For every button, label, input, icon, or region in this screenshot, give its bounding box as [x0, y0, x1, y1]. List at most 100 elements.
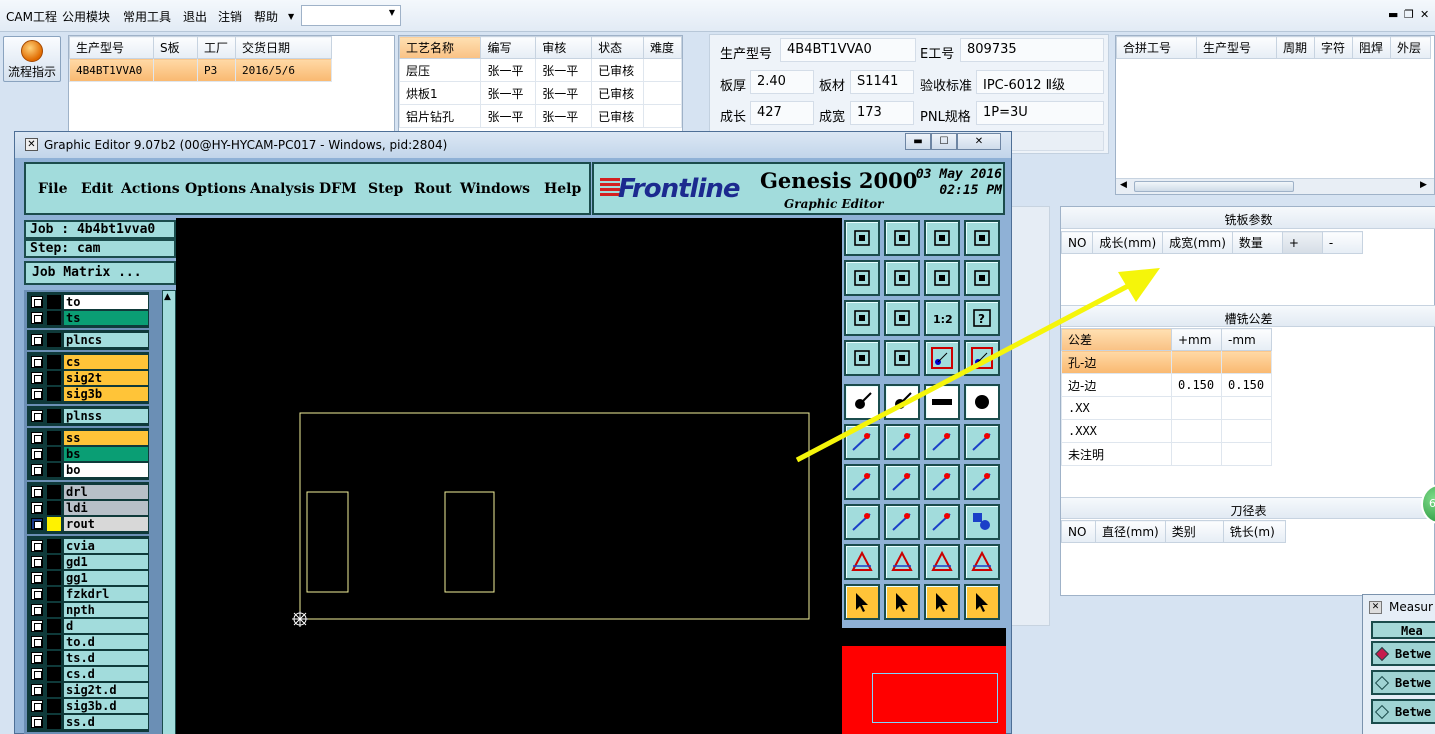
select-box-button[interactable]: [884, 584, 920, 620]
menu-common-tools[interactable]: 常用工具: [123, 8, 171, 25]
add-pad-button[interactable]: [844, 384, 880, 420]
layer-checkbox[interactable]: [31, 588, 43, 600]
col-header[interactable]: 外层: [1390, 36, 1431, 59]
layer-name[interactable]: bo: [63, 462, 149, 478]
cell[interactable]: 0.150: [1221, 373, 1272, 397]
layer-checkbox[interactable]: [31, 620, 43, 632]
layer-checkbox[interactable]: [31, 312, 43, 324]
ge-menu-edit[interactable]: Edit: [81, 181, 113, 197]
layer-name[interactable]: to.d: [63, 634, 149, 650]
layer-row[interactable]: npth: [29, 602, 149, 618]
cell[interactable]: [1221, 396, 1272, 420]
scroll-up-icon[interactable]: ▲: [164, 292, 171, 302]
cell[interactable]: [1171, 442, 1222, 466]
ruler-button[interactable]: [924, 384, 960, 420]
add-line-button[interactable]: [884, 384, 920, 420]
polygon-button[interactable]: [884, 544, 920, 580]
scroll-thumb[interactable]: [1134, 181, 1294, 192]
col-header[interactable]: 生产型号: [1196, 36, 1277, 59]
layer-checkbox[interactable]: [31, 432, 43, 444]
maximize-icon[interactable]: ☐: [931, 133, 957, 150]
draw-line-button[interactable]: [884, 464, 920, 500]
layer-row[interactable]: drl: [29, 484, 149, 500]
split-button[interactable]: [964, 464, 1000, 500]
table-row[interactable]: .XXX: [1061, 419, 1272, 443]
layer-checkbox[interactable]: [31, 448, 43, 460]
solid-pad-button[interactable]: [964, 384, 1000, 420]
menu-exit[interactable]: 退出: [183, 8, 207, 25]
layer-row[interactable]: ss.d: [29, 714, 149, 730]
col-header[interactable]: 交货日期: [235, 36, 332, 59]
restore-icon[interactable]: ❐: [1404, 8, 1414, 21]
layer-row[interactable]: sig2t: [29, 370, 149, 386]
layer-row[interactable]: bo: [29, 462, 149, 478]
layer-checkbox[interactable]: [31, 296, 43, 308]
layer-checkbox[interactable]: [31, 556, 43, 568]
layer-checkbox[interactable]: [31, 518, 43, 530]
col-header[interactable]: NO: [1060, 231, 1094, 254]
menu-common-module[interactable]: 公用模块: [62, 8, 110, 25]
line-segment-button[interactable]: [884, 504, 920, 540]
layer-name[interactable]: gd1: [63, 554, 149, 570]
close-icon[interactable]: ✕: [1420, 8, 1429, 21]
measure-between-button-3[interactable]: Betwe: [1371, 699, 1435, 724]
layer-row[interactable]: sig3b: [29, 386, 149, 402]
layer-row[interactable]: rout: [29, 516, 149, 532]
flow-indicator-button[interactable]: 流程指示: [3, 36, 61, 82]
col-header[interactable]: 类别: [1164, 520, 1224, 543]
net-connect-button[interactable]: [924, 340, 960, 376]
table-row[interactable]: 铝片钻孔 张一平 张一平 已审核: [398, 104, 683, 128]
table-row[interactable]: 边-边 0.150 0.150: [1061, 373, 1272, 397]
layer-checkbox[interactable]: [31, 540, 43, 552]
table-row[interactable]: 层压 张一平 张一平 已审核: [398, 58, 683, 82]
layer-checkbox[interactable]: [31, 604, 43, 616]
redraw-button[interactable]: [964, 260, 1000, 296]
layer-name[interactable]: drl: [63, 484, 149, 500]
layer-row[interactable]: cs: [29, 354, 149, 370]
ge-menu-analysis[interactable]: Analysis: [250, 181, 315, 197]
center-button[interactable]: [884, 300, 920, 336]
col-header[interactable]: 工艺名称: [398, 36, 482, 59]
col-header[interactable]: 状态: [591, 36, 644, 59]
add-row-button[interactable]: +: [1281, 231, 1323, 254]
cell[interactable]: [1221, 350, 1272, 374]
layer-checkbox[interactable]: [31, 464, 43, 476]
job-matrix-button[interactable]: Job Matrix ...: [24, 261, 176, 285]
col-header[interactable]: 直径(mm): [1095, 520, 1166, 543]
col-header[interactable]: 难度: [642, 36, 683, 59]
layer-checkbox[interactable]: [31, 652, 43, 664]
scroll-right-icon[interactable]: ▶: [1420, 180, 1427, 190]
layer-name[interactable]: d: [63, 618, 149, 634]
ge-menu-options[interactable]: Options: [185, 181, 246, 197]
ge-menu-step[interactable]: Step: [368, 181, 403, 197]
anchor-move-button[interactable]: [844, 504, 880, 540]
col-header[interactable]: 周期: [1276, 36, 1315, 59]
layer-checkbox[interactable]: [31, 636, 43, 648]
paste-button[interactable]: [844, 220, 880, 256]
menu-cam-project[interactable]: CAM工程: [6, 8, 57, 25]
layer-row[interactable]: gg1: [29, 570, 149, 586]
home-button[interactable]: [924, 220, 960, 256]
layer-name[interactable]: rout: [63, 516, 149, 532]
select-node-button[interactable]: [964, 584, 1000, 620]
surface-button[interactable]: [844, 544, 880, 580]
table-row[interactable]: .XX: [1061, 396, 1272, 420]
layer-checkbox[interactable]: [31, 572, 43, 584]
draw-angle-button[interactable]: [844, 464, 880, 500]
arc-polygon-button[interactable]: [964, 544, 1000, 580]
layer-row[interactable]: ldi: [29, 500, 149, 516]
col-header[interactable]: 成宽(mm): [1162, 231, 1233, 254]
layer-checkbox[interactable]: [31, 716, 43, 728]
pointer-button[interactable]: [844, 584, 880, 620]
graphic-canvas[interactable]: [176, 218, 842, 734]
col-header[interactable]: 数量: [1231, 231, 1283, 254]
layer-row[interactable]: sig3b.d: [29, 698, 149, 714]
zoom-in-button[interactable]: [844, 260, 880, 296]
col-header[interactable]: 审核: [535, 36, 593, 59]
close-icon[interactable]: ✕: [957, 133, 1001, 150]
layer-name[interactable]: sig3b: [63, 386, 149, 402]
col-header[interactable]: 字符: [1314, 36, 1353, 59]
layer-name[interactable]: ldi: [63, 500, 149, 516]
resize-button[interactable]: [924, 504, 960, 540]
layer-list-scrollbar[interactable]: ▲: [162, 290, 176, 734]
